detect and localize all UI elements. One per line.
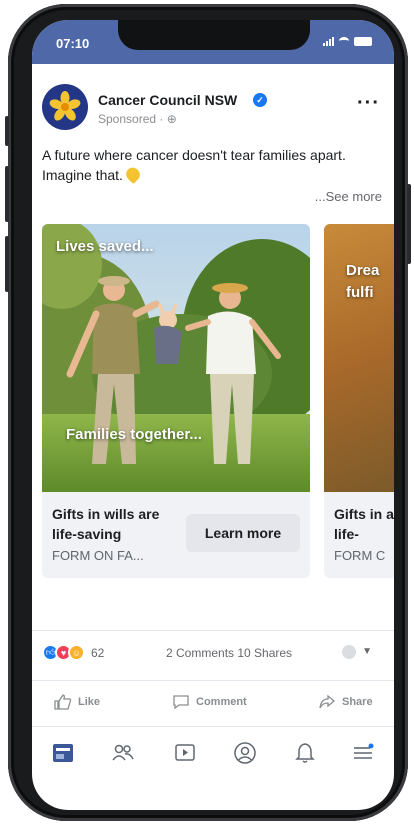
reactions-summary[interactable]: 👍︎ ♥ ☺ 62: [42, 644, 104, 661]
family-photo: [42, 224, 310, 492]
profile-icon: [234, 742, 256, 764]
card-photo: Drea fulfi: [324, 224, 394, 492]
page-name[interactable]: Cancer Council NSW: [98, 92, 237, 108]
viewer-avatar: [342, 645, 356, 659]
card-title: Gifts in are life-: [334, 506, 394, 542]
menu-hamburger-icon: [354, 743, 374, 759]
notch: [118, 20, 310, 50]
divider: [32, 630, 394, 631]
card-subtitle: FORM ON FA...: [52, 548, 144, 563]
overlay-text-top: Lives saved...: [56, 238, 154, 255]
thumbs-up-icon: [54, 694, 72, 710]
comment-icon: [173, 695, 189, 710]
comments-shares-count[interactable]: 2 Comments 10 Shares: [166, 646, 292, 660]
status-time: 07:10: [56, 36, 90, 51]
reaction-count: 62: [91, 645, 105, 660]
watch-video-icon: [175, 744, 195, 761]
comment-label: Comment: [196, 696, 247, 708]
friends-icon: [112, 744, 134, 761]
comment-button[interactable]: Comment: [172, 694, 247, 710]
share-label: Share: [342, 696, 373, 708]
page-avatar[interactable]: [42, 84, 88, 130]
divider: [32, 726, 394, 727]
learn-more-button[interactable]: Learn more: [186, 514, 300, 552]
card-photo: Lives saved... Families together...: [42, 224, 310, 492]
like-button[interactable]: Like: [54, 694, 100, 710]
carousel-card[interactable]: Drea fulfi Gifts in are life- FORM C: [324, 224, 394, 578]
wifi-icon: [339, 37, 349, 45]
sponsored-label: Sponsored · ⊕: [98, 112, 177, 126]
overlay-text-bottom: Families together...: [66, 426, 202, 443]
chevron-down-icon[interactable]: ▼: [362, 646, 372, 657]
tab-watch[interactable]: [172, 740, 198, 766]
tab-notifications[interactable]: [292, 740, 318, 766]
tab-profile[interactable]: [232, 740, 258, 766]
verified-badge-icon: ✓: [253, 93, 267, 107]
status-icons: [323, 36, 372, 46]
phone-side-button: [5, 166, 9, 222]
more-options-icon[interactable]: ···: [357, 92, 380, 115]
like-label: Like: [78, 696, 101, 708]
status-bar: 07:10: [32, 20, 394, 64]
daffodil-logo-icon: [49, 91, 81, 121]
haha-reaction-icon: ☺: [68, 644, 85, 661]
post-header: Cancer Council NSW ✓ Sponsored · ⊕ ···: [32, 82, 394, 132]
share-icon: [319, 694, 336, 709]
see-more-link[interactable]: ...See more: [315, 189, 382, 204]
tab-news-feed[interactable]: [50, 740, 76, 766]
post-actions: Like Comment Share: [32, 694, 394, 716]
phone-screen: 07:10 Cancer Council NSW ✓ Sponsored · ⊕…: [32, 20, 394, 810]
carousel-card[interactable]: Lives saved... Families together... Gift…: [42, 224, 310, 578]
share-button[interactable]: Share: [318, 694, 373, 710]
bottom-tab-bar: [32, 732, 394, 782]
bell-icon: [295, 743, 315, 763]
yellow-heart-icon: [123, 164, 143, 185]
tab-menu[interactable]: [350, 740, 376, 766]
card-subtitle: FORM C: [334, 548, 386, 563]
phone-side-button: [5, 116, 9, 146]
card-title: Gifts in wills are life-saving: [52, 506, 160, 542]
post-caption-text: A future where cancer doesn't tear famil…: [42, 147, 346, 183]
signal-icon: [323, 36, 334, 46]
overlay-text-top: Drea fulfi: [346, 262, 380, 301]
divider: [32, 680, 394, 681]
phone-side-button: [407, 184, 411, 264]
phone-side-button: [5, 236, 9, 292]
post-caption: A future where cancer doesn't tear famil…: [42, 145, 372, 185]
tab-friends[interactable]: [110, 740, 136, 766]
news-feed-icon: [53, 744, 73, 762]
battery-icon: [354, 36, 372, 46]
